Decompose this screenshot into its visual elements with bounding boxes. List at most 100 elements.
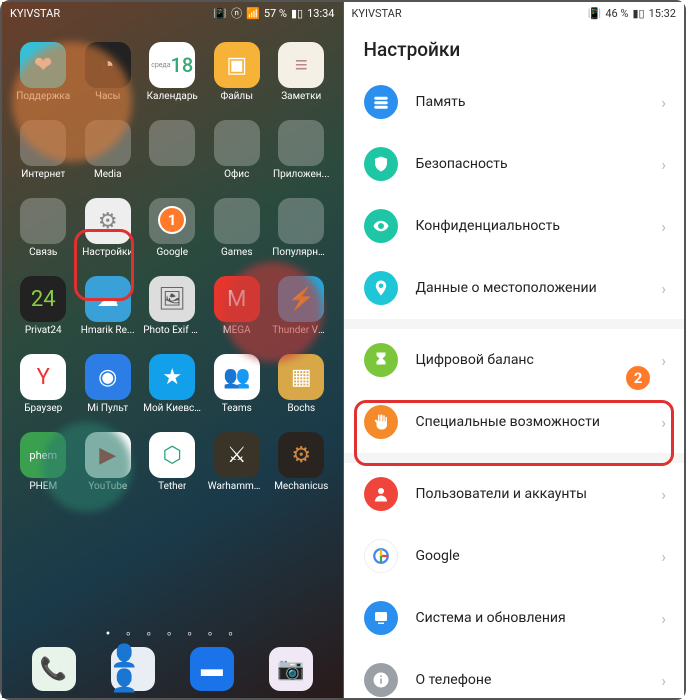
chevron-right-icon: › [661, 547, 666, 566]
app-файлы[interactable]: ▣Файлы [208, 42, 267, 102]
chevron-right-icon: › [661, 351, 666, 370]
app-label: Связь [29, 247, 57, 258]
app-folder[interactable] [143, 120, 202, 180]
app-photo-exif-e-[interactable]: 🖼Photo Exif E... [143, 276, 202, 336]
app-label: Браузер [24, 403, 62, 414]
app-icon: Y [20, 354, 66, 400]
app-заметки[interactable]: ≡ Заметки [272, 42, 331, 102]
status-bar-left: KYIVSTAR 📳 ⓝ 📶 57 % ▮▯ 13:34 [2, 2, 343, 24]
setting-system[interactable]: Система и обновления› [344, 587, 685, 649]
dock-app[interactable]: ▬ [190, 647, 234, 691]
app-privat24[interactable]: 24 Privat24 [14, 276, 73, 336]
app-bochs[interactable]: ▦ Bochs [272, 354, 331, 414]
app-label: Media [94, 169, 122, 180]
app-icon [214, 120, 260, 166]
setting-google[interactable]: Google› [344, 525, 685, 587]
nfc-icon: ⓝ [231, 5, 242, 21]
hand-icon [364, 405, 398, 439]
chevron-right-icon: › [661, 93, 666, 112]
battery-label: 57 % [264, 7, 287, 20]
settings-title: Настройки [344, 24, 685, 71]
setting-hand[interactable]: Специальные возможности› [344, 391, 685, 453]
app-настройки[interactable]: ⚙Настройки [79, 198, 138, 258]
app-icon [278, 198, 324, 244]
app-icon: ⬡ [149, 432, 195, 478]
annotation-badge-1: 1 [158, 206, 186, 234]
setting-label: Конфиденциальность [416, 218, 662, 234]
page-indicator[interactable]: • ◦ ◦ ◦ ◦ ◦ ◦ [2, 625, 343, 642]
setting-info[interactable]: О телефоне› [344, 649, 685, 698]
settings-screen: KYIVSTAR 📳 46 % ▮▯ 15:32 Настройки Памят… [344, 2, 685, 698]
app-icon: ▦ [278, 354, 324, 400]
vibrate-icon: 📳 [588, 7, 602, 20]
setting-label: О телефоне [416, 672, 662, 688]
clock-label: 13:34 [307, 7, 334, 20]
app-tether[interactable]: ⬡Tether [143, 432, 202, 492]
clock-label: 15:32 [649, 7, 676, 20]
app-games[interactable]: Games [208, 198, 267, 258]
signal-icon: 📶 [246, 7, 260, 20]
setting-user[interactable]: Пользователи и аккаунты› [344, 463, 685, 525]
shield-icon [364, 147, 398, 181]
app-label: Hmarik Re... [81, 325, 135, 336]
carrier-label: KYIVSTAR [352, 7, 402, 20]
app-icon: ≡ [278, 42, 324, 88]
app-hmarik-re-[interactable]: ☁ Hmarik Re... [79, 276, 138, 336]
setting-pin[interactable]: Данные о местоположении› [344, 257, 685, 319]
app-label: Мой Киевст... [143, 403, 201, 414]
eye-icon [364, 209, 398, 243]
chevron-right-icon: › [661, 279, 666, 298]
app-icon: ◉ [85, 354, 131, 400]
app-icon: 24 [20, 276, 66, 322]
vibrate-icon: 📳 [213, 7, 227, 20]
dock: 📞 👤👤 ▬ 📷 [2, 644, 343, 694]
app-браузер[interactable]: Y Браузер [14, 354, 73, 414]
setting-label: Google [416, 548, 662, 564]
annotation-badge-2: 2 [624, 364, 652, 392]
app-label: Файлы [221, 91, 253, 102]
app-icon: ⚙ [85, 198, 131, 244]
app-mi-пульт[interactable]: ◉Mi Пульт [79, 354, 138, 414]
app-icon [278, 120, 324, 166]
home-screen: KYIVSTAR 📳 ⓝ 📶 57 % ▮▯ 13:34 ❤Поддержка◔… [2, 2, 344, 698]
chevron-right-icon: › [661, 609, 666, 628]
app-связь[interactable]: Связь [14, 198, 73, 258]
setting-shield[interactable]: Безопасность› [344, 133, 685, 195]
app-label: Bochs [287, 403, 315, 414]
chevron-right-icon: › [661, 485, 666, 504]
carrier-label: KYIVSTAR [10, 7, 60, 20]
storage-icon [364, 85, 398, 119]
app-icon: 👥 [214, 354, 260, 400]
dock-app[interactable]: 👤👤 [111, 647, 155, 691]
system-icon [364, 601, 398, 635]
setting-label: Система и обновления [416, 610, 662, 626]
app-icon: ⚔ [214, 432, 260, 478]
app-mechanicus[interactable]: ⚙Mechanicus [272, 432, 331, 492]
setting-label: Данные о местоположении [416, 280, 662, 296]
app-популярные[interactable]: Популярные [272, 198, 331, 258]
app-офис[interactable]: Офис [208, 120, 267, 180]
dock-app[interactable]: 📞 [32, 647, 76, 691]
app-label: Games [221, 247, 252, 258]
app-мой-киевст-[interactable]: ★Мой Киевст... [143, 354, 202, 414]
setting-eye[interactable]: Конфиденциальность› [344, 195, 685, 257]
app-label: Teams [222, 403, 252, 414]
battery-label: 46 % [605, 7, 628, 20]
app-teams[interactable]: 👥 Teams [208, 354, 267, 414]
app-label: Заметки [281, 91, 321, 102]
app-label: Календарь [147, 91, 198, 102]
info-icon [364, 663, 398, 697]
app-icon: ⚙ [278, 432, 324, 478]
app-label: Photo Exif E... [143, 325, 201, 336]
app-label: Google [156, 247, 188, 258]
setting-label: Безопасность [416, 156, 662, 172]
app-календарь[interactable]: среда18 Календарь [143, 42, 202, 102]
app-label: Privat24 [25, 325, 62, 336]
app-icon: ☁ [85, 276, 131, 322]
setting-storage[interactable]: Память› [344, 71, 685, 133]
app-warhammer-[interactable]: ⚔Warhammer... [208, 432, 267, 492]
app-приложен-[interactable]: Приложен... [272, 120, 331, 180]
dock-app[interactable]: 📷 [269, 647, 313, 691]
app-icon: среда18 [149, 42, 195, 88]
chevron-right-icon: › [661, 217, 666, 236]
